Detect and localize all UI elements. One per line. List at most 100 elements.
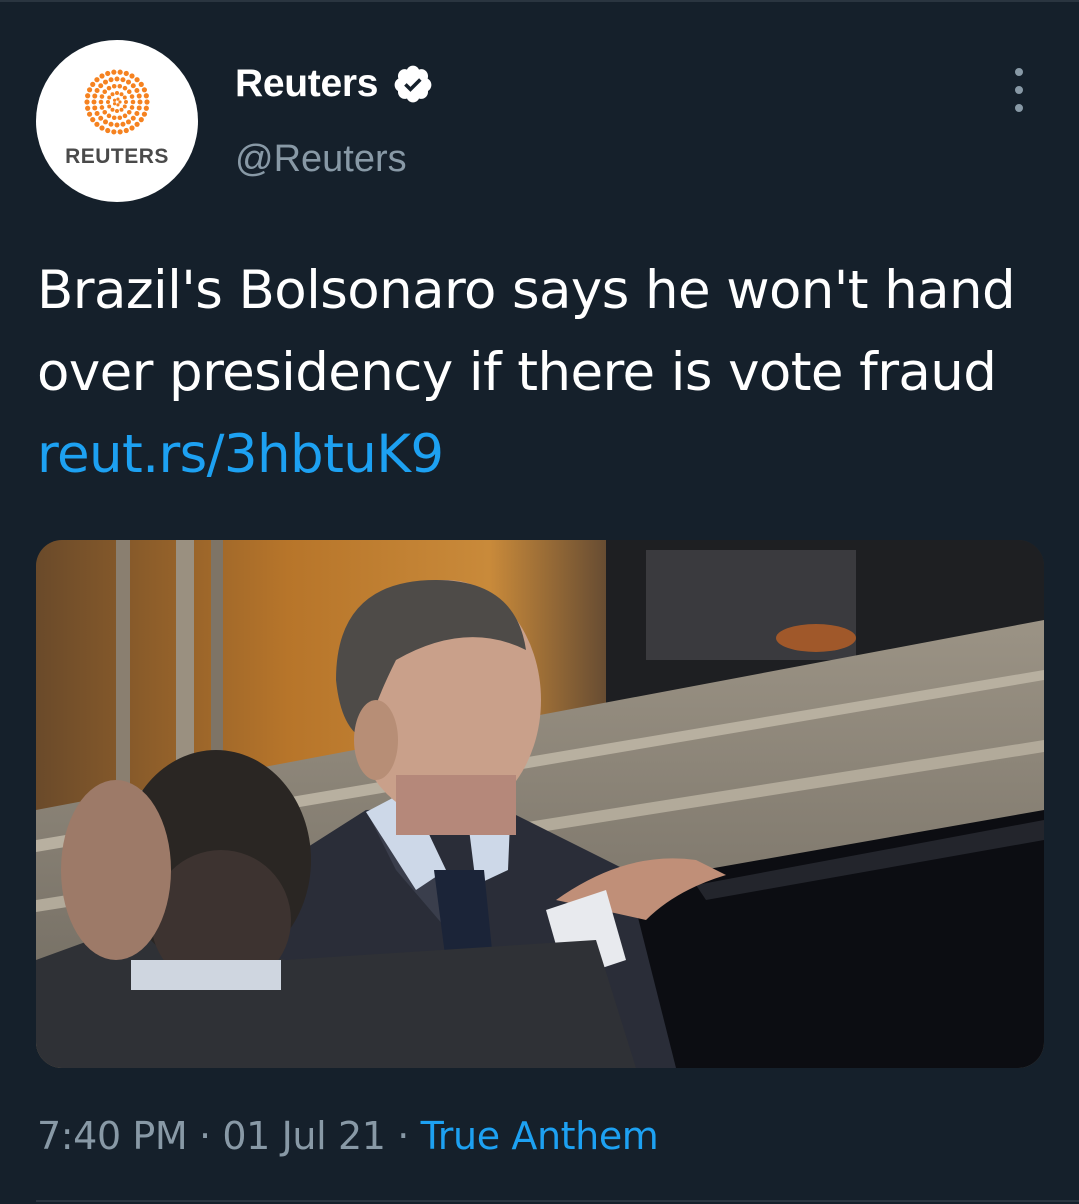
logo-dot — [134, 77, 140, 83]
logo-dot — [141, 87, 148, 93]
logo-dot — [99, 73, 105, 79]
logo-dot — [123, 127, 129, 134]
logo-dot — [91, 99, 97, 105]
logo-dot — [111, 115, 117, 121]
verified-badge-icon — [394, 65, 432, 103]
logo-dot — [126, 109, 132, 115]
tweet-media-image[interactable] — [36, 540, 1044, 1068]
logo-dot — [134, 121, 140, 127]
tweet-time[interactable]: 7:40 PM — [37, 1114, 188, 1158]
logo-dot — [136, 93, 142, 99]
logo-dot — [111, 83, 117, 89]
logo-dot — [136, 105, 142, 111]
logo-dot — [122, 95, 127, 100]
logo-dot — [120, 121, 126, 127]
logo-dot — [117, 83, 123, 89]
logo-dot — [90, 81, 96, 87]
logo-dot — [138, 81, 144, 87]
logo-dot — [119, 107, 124, 112]
logo-dot — [116, 97, 120, 101]
logo-dot — [108, 77, 114, 83]
logo-dot — [126, 119, 131, 125]
logo-dot — [103, 119, 108, 125]
logo-dot — [94, 121, 100, 127]
logo-dot — [129, 94, 135, 99]
logo-dot — [122, 104, 127, 109]
logo-dot — [116, 103, 120, 107]
meta-separator: · — [199, 1114, 211, 1158]
logo-dot — [105, 127, 111, 134]
avatar-logo-text: REUTERS — [65, 145, 169, 168]
news-photo — [36, 540, 1044, 1068]
logo-dot — [90, 117, 96, 123]
bottom-divider — [36, 1200, 1079, 1202]
logo-dot — [106, 100, 110, 104]
reuters-logo-icon: REUTERS — [65, 69, 169, 168]
logo-dot — [130, 99, 136, 105]
tweet-text: Brazil's Bolsonaro says he won't hand ov… — [37, 250, 1037, 496]
logo-dot — [144, 99, 150, 105]
logo-dot — [117, 69, 123, 75]
tweet-link[interactable]: reut.rs/3hbtuK9 — [37, 424, 444, 485]
logo-dot — [143, 105, 149, 111]
logo-dot — [106, 85, 112, 91]
tweet-meta: 7:40 PM · 01 Jul 21 · True Anthem — [37, 1114, 659, 1158]
logo-dot — [115, 91, 119, 95]
logo-dot — [103, 79, 108, 85]
logo-dot — [134, 111, 140, 116]
logo-dot — [106, 113, 112, 119]
logo-dot — [107, 104, 112, 109]
logo-dot — [115, 109, 119, 113]
logo-dot — [117, 129, 123, 135]
logo-dot — [122, 113, 128, 119]
avatar[interactable]: REUTERS — [36, 40, 198, 202]
logo-dot — [137, 99, 143, 105]
logo-dot — [85, 105, 91, 111]
logo-dot — [141, 111, 148, 117]
logo-dot — [124, 100, 128, 104]
logo-dot — [112, 102, 117, 106]
logo-dot — [94, 111, 100, 116]
logo-dot — [98, 99, 104, 105]
logo-dot — [102, 89, 108, 95]
tweet-source[interactable]: True Anthem — [421, 1114, 659, 1158]
logo-dot — [122, 85, 128, 91]
logo-dot — [114, 76, 120, 82]
logo-dot — [110, 107, 115, 112]
logo-dot — [118, 100, 122, 104]
logo-dot — [98, 115, 104, 121]
logo-dot — [123, 70, 129, 77]
logo-dot — [143, 93, 149, 99]
logo-dot — [92, 93, 98, 99]
logo-dot — [108, 121, 114, 127]
logo-dot — [111, 129, 117, 135]
logo-dot — [110, 92, 115, 97]
logo-dot — [130, 115, 136, 121]
display-name[interactable]: Reuters — [235, 62, 378, 106]
logo-dot — [111, 69, 117, 75]
logo-dot — [85, 93, 91, 99]
logo-dot — [119, 92, 124, 97]
tweet-date[interactable]: 01 Jul 21 — [222, 1114, 386, 1158]
logo-dot — [102, 109, 108, 115]
logo-dot — [105, 70, 111, 77]
logo-dot — [117, 115, 123, 121]
logo-dot — [98, 83, 104, 89]
logo-dot — [120, 77, 126, 83]
logo-dot — [99, 125, 105, 131]
logo-dot — [138, 117, 144, 123]
account-handle[interactable]: @Reuters — [235, 138, 407, 181]
logo-dot — [126, 79, 131, 85]
logo-dot — [99, 105, 105, 110]
logo-dot — [130, 83, 136, 89]
tweet-body: Brazil's Bolsonaro says he won't hand ov… — [37, 260, 1016, 403]
logo-dot — [112, 98, 117, 102]
logo-dot — [94, 88, 100, 93]
top-divider — [0, 0, 1079, 2]
logo-dot — [94, 77, 100, 83]
logo-dot — [86, 87, 93, 93]
logo-dot — [107, 95, 112, 100]
more-options-icon[interactable] — [1004, 68, 1034, 112]
logo-dot — [86, 111, 93, 117]
name-row: Reuters — [235, 62, 434, 106]
